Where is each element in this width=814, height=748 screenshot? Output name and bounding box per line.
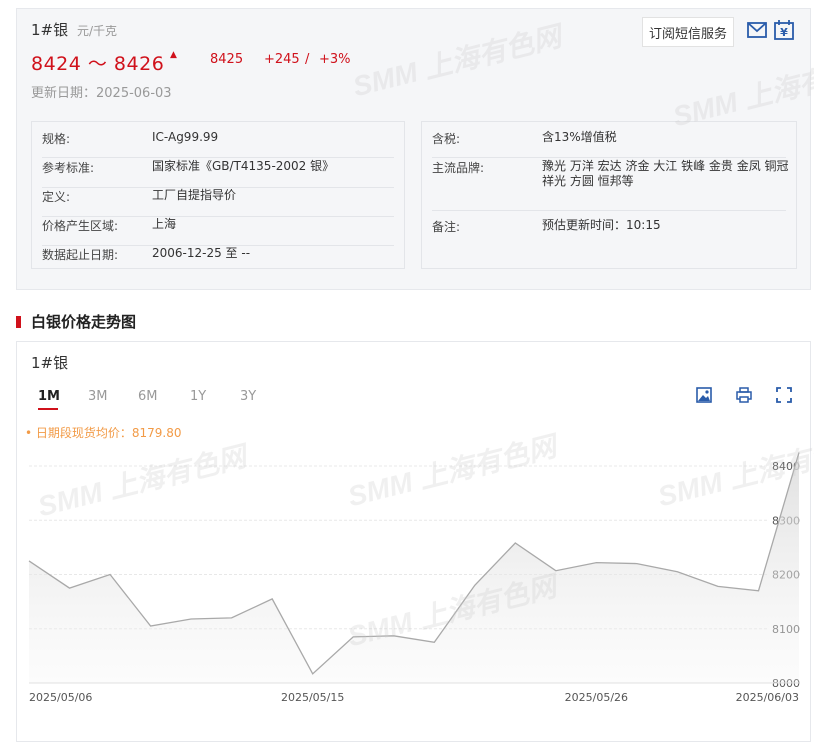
price-info-panel: 1#银 元/千克 8424 ～ 8426 ▲ 8425 +245 / +3% 更…: [16, 8, 811, 290]
detail-key: 主流品牌:: [432, 161, 485, 175]
detail-row: 参考标准: 国家标准《GB/T4135-2002 银》: [42, 159, 394, 188]
detail-row: 主流品牌: 豫光 万洋 宏达 济金 大江 铁峰 金贵 金凤 铜冠 祥光 方圆 恒…: [432, 159, 789, 211]
detail-row: 备注: 预估更新时间：10:15: [432, 218, 786, 246]
detail-key: 定义:: [42, 190, 71, 204]
x-tick-label: 2025/05/26: [565, 691, 628, 704]
detail-key: 备注:: [432, 220, 461, 234]
detail-row: 数据起止日期: 2006-12-25 至 --: [42, 246, 394, 266]
detail-key: 价格产生区域:: [42, 219, 119, 233]
detail-key: 规格:: [42, 132, 71, 146]
up-arrow-icon: ▲: [170, 50, 177, 60]
spec-details-right: 含税: 含13%增值税 主流品牌: 豫光 万洋 宏达 济金 大江 铁峰 金贵 金…: [421, 121, 797, 269]
detail-value: 预估更新时间：10:15: [542, 218, 661, 232]
detail-value: 豫光 万洋 宏达 济金 大江 铁峰 金贵 金凤 铜冠 祥光 方圆 恒邦等: [542, 159, 789, 188]
detail-row: 定义: 工厂自提指导价: [42, 188, 394, 217]
x-tick-label: 2025/06/03: [736, 691, 799, 704]
section-title-text: 白银价格走势图: [31, 313, 137, 331]
detail-value: 含13%增值税: [542, 130, 617, 144]
price-average: 8425: [210, 52, 244, 67]
detail-value: 上海: [152, 217, 177, 231]
title-accent-bar: [16, 316, 21, 328]
detail-key: 数据起止日期:: [42, 248, 119, 262]
detail-row: 价格产生区域: 上海: [42, 217, 394, 246]
svg-text:¥: ¥: [780, 26, 788, 39]
update-date: 更新日期：2025-06-03: [31, 86, 172, 101]
mail-icon[interactable]: [746, 19, 768, 41]
price-change-separator: /: [305, 52, 310, 67]
detail-row: 含税: 含13%增值税: [432, 130, 786, 158]
price-range: 8424 ～ 8426: [31, 53, 165, 75]
price-trend-chart: 800081008200830084002025/05/062025/05/15…: [28, 452, 800, 704]
price-change-percent: +3%: [319, 52, 351, 67]
price-area: [29, 452, 799, 683]
subscribe-sms-button[interactable]: 订阅短信服务: [642, 17, 734, 47]
detail-key: 参考标准:: [42, 161, 95, 175]
detail-value: IC-Ag99.99: [152, 130, 219, 144]
detail-value: 工厂自提指导价: [152, 188, 237, 202]
spec-details-left: 规格: IC-Ag99.99 参考标准: 国家标准《GB/T4135-2002 …: [31, 121, 405, 269]
price-chart-panel: 1#银 1M 3M 6M 1Y 3Y • 日期段现货均价：8179.80 800…: [16, 341, 811, 742]
detail-key: 含税:: [432, 132, 461, 146]
detail-value: 2006-12-25 至 --: [152, 246, 251, 260]
section-title: 白银价格走势图: [16, 311, 136, 332]
price-change: +245: [264, 52, 300, 67]
detail-row: 规格: IC-Ag99.99: [42, 130, 394, 158]
detail-value: 国家标准《GB/T4135-2002 银》: [152, 159, 335, 173]
price-calendar-icon[interactable]: ¥: [773, 19, 795, 41]
product-unit: 元/千克: [77, 24, 118, 38]
x-tick-label: 2025/05/06: [29, 691, 92, 704]
x-tick-label: 2025/05/15: [281, 691, 344, 704]
product-name: 1#银: [31, 21, 69, 39]
